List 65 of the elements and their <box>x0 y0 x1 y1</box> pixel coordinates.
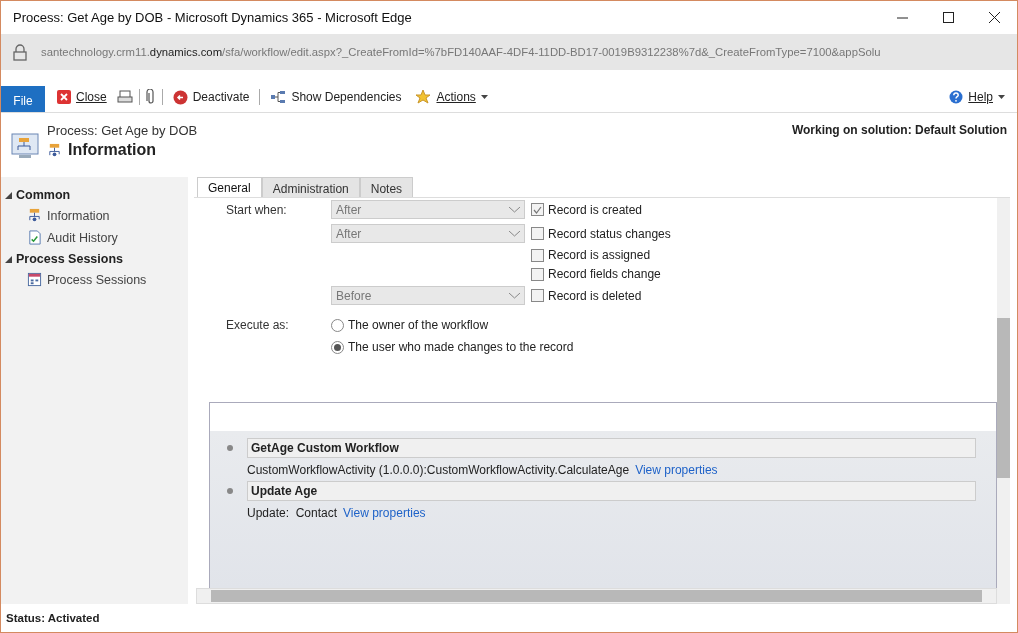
close-icon <box>57 90 71 104</box>
checkbox-label: Record is created <box>548 202 643 217</box>
checkbox[interactable] <box>531 248 544 262</box>
checkbox-label: Record is assigned <box>548 248 651 262</box>
tab[interactable]: General <box>197 177 262 198</box>
radio-label: The owner of the workflow <box>348 318 489 332</box>
document-check-icon <box>27 230 42 245</box>
bullet-icon <box>227 445 233 451</box>
trigger-dropdown[interactable]: After <box>331 200 525 219</box>
sidebar-item[interactable]: Process Sessions <box>47 272 147 287</box>
paperclip-icon[interactable] <box>145 89 156 105</box>
flowchart-icon <box>47 142 62 158</box>
caret-icon <box>998 95 1005 99</box>
checkbox[interactable] <box>531 267 544 281</box>
checkbox[interactable] <box>531 289 544 302</box>
view-properties-link[interactable]: View properties <box>343 506 426 520</box>
caret-icon <box>480 95 488 99</box>
process-icon <box>11 133 39 159</box>
sidebar-item[interactable]: Information <box>47 208 110 223</box>
horizontal-scrollbar[interactable] <box>196 588 997 604</box>
flowchart-icon <box>27 208 42 223</box>
checkbox-label: Record status changes <box>548 226 671 241</box>
window-grid-icon <box>27 272 42 287</box>
checkbox-label: Record is deleted <box>548 288 642 303</box>
bullet-icon <box>227 488 233 494</box>
sidebar-group-title: Common <box>16 188 71 202</box>
solution-label: Working on solution: Default Solution <box>791 123 1007 139</box>
window-title: Process: Get Age by DOB - Microsoft Dynamics 365 - Microsoft Edge <box>13 10 413 25</box>
stop-icon <box>172 89 188 105</box>
breadcrumb: Process: Get Age by DOB <box>47 123 198 138</box>
vertical-scrollbar[interactable] <box>997 198 1010 604</box>
collapse-triangle-icon[interactable] <box>5 191 12 199</box>
lock-icon <box>13 43 27 61</box>
show-dependencies-button[interactable]: Show Dependencies <box>266 88 406 106</box>
print-icon[interactable] <box>116 90 133 104</box>
execute-as-label: Execute as: <box>225 317 290 332</box>
close-button[interactable]: Close <box>53 88 111 106</box>
chevron-icon <box>509 206 520 213</box>
help-icon <box>949 90 964 104</box>
checkbox[interactable] <box>531 203 544 216</box>
step-description: Update: Contact <box>247 506 338 520</box>
step-title[interactable]: GetAge Custom Workflow <box>247 438 976 458</box>
trigger-dropdown[interactable]: Before <box>331 286 525 305</box>
page-title: Information <box>68 141 156 159</box>
step-title[interactable]: Update Age <box>247 481 976 501</box>
deactivate-button[interactable]: Deactivate <box>168 87 254 107</box>
chevron-icon <box>509 292 520 299</box>
step-description: CustomWorkflowActivity (1.0.0.0):CustomWorkflowActivity.CalculateAge <box>247 463 630 477</box>
hierarchy-icon <box>270 90 287 104</box>
collapse-triangle-icon[interactable] <box>5 255 12 263</box>
status-text: Status: Activated <box>5 611 101 626</box>
chevron-icon <box>509 230 520 237</box>
radio-button[interactable] <box>331 340 344 354</box>
trigger-dropdown[interactable]: After <box>331 224 525 243</box>
sidebar-item[interactable]: Audit History <box>47 230 118 245</box>
radio-label: The user who made changes to the record <box>348 340 574 354</box>
start-when-label: Start when: <box>225 202 288 217</box>
view-properties-link[interactable]: View properties <box>635 463 718 477</box>
help-button[interactable]: Help <box>945 88 1009 106</box>
radio-button[interactable] <box>331 318 344 332</box>
checkbox[interactable] <box>531 227 544 240</box>
checkbox-label: Record fields change <box>548 267 661 281</box>
file-button[interactable]: File <box>1 86 45 112</box>
sidebar-group-title: Process Sessions <box>16 252 123 266</box>
actions-button[interactable]: Actions <box>411 87 492 107</box>
